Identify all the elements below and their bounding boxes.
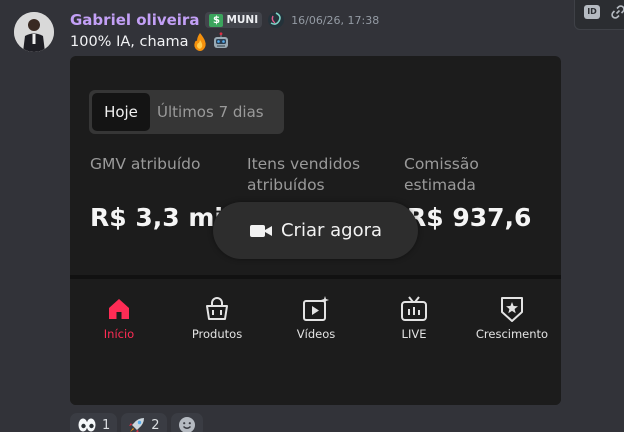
link-icon (611, 5, 624, 19)
rocket-emoji (129, 418, 145, 432)
tab-crescimento-label: Crescimento (475, 327, 549, 341)
fire-emoji (193, 33, 206, 51)
server-tag[interactable]: $ MUNI (205, 12, 263, 28)
tab-inicio-label: Início (103, 327, 135, 341)
robot-emoji (213, 32, 228, 48)
message-content: 100% IA, chama (70, 32, 231, 52)
reactions-bar: 1 2 (70, 413, 203, 432)
badge-star-icon (501, 297, 523, 322)
metric-label-commission: Comissão estimada (404, 154, 479, 196)
metric-label-commission-line2: estimada (404, 176, 476, 194)
create-now-button[interactable]: Criar agora (213, 202, 418, 259)
link-button[interactable] (609, 3, 624, 21)
avatar[interactable] (14, 12, 54, 52)
metric-value-commission: R$ 937,6 (407, 203, 532, 232)
video-icon (303, 296, 329, 321)
add-reaction-icon (178, 417, 195, 432)
metric-label-items-line1: Itens vendidos (247, 155, 361, 173)
metric-label-items: Itens vendidos atribuídos (247, 154, 360, 196)
message-text: 100% IA, chama (70, 34, 189, 50)
segment-last-7-days[interactable]: Últimos 7 dias (157, 93, 264, 131)
period-segmented-control: Hoje Últimos 7 dias (89, 90, 284, 134)
tab-crescimento[interactable]: Crescimento (467, 295, 557, 341)
tab-inicio[interactable]: Início (74, 295, 164, 341)
reaction-rocket-count: 2 (151, 417, 160, 432)
shopping-bag-icon (206, 297, 228, 320)
tab-live-label: LIVE (401, 327, 427, 341)
home-icon (109, 299, 129, 319)
embedded-screenshot[interactable]: Hoje Últimos 7 dias GMV atribuído Itens … (70, 56, 561, 405)
metric-label-commission-line1: Comissão (404, 155, 479, 173)
timestamp: 16/06/26, 17:38 (291, 13, 380, 27)
profile-decoration-icon (268, 12, 285, 28)
money-icon: $ (209, 13, 224, 27)
tab-produtos-label: Produtos (191, 327, 243, 341)
discord-message-view: ID Gabriel oliveira $ MUNI 16/06/26, 17:… (0, 0, 624, 432)
message-hover-toolbar: ID (574, 0, 624, 30)
segment-today[interactable]: Hoje (92, 93, 150, 131)
server-tag-label: MUNI (226, 14, 259, 26)
reaction-rocket[interactable]: 2 (121, 413, 167, 432)
avatar-image (14, 12, 54, 52)
metric-label-gmv: GMV atribuído (90, 154, 200, 175)
metric-label-items-line2: atribuídos (247, 176, 325, 194)
bottom-tab-bar: Início Produtos Vídeos LIVE Crescimento (70, 279, 561, 405)
metric-label-gmv-line1: GMV atribuído (90, 155, 201, 173)
message-header: Gabriel oliveira $ MUNI 16/06/26, 17:38 (70, 9, 379, 31)
reaction-eyes[interactable]: 1 (70, 413, 118, 432)
username[interactable]: Gabriel oliveira (70, 11, 199, 29)
id-icon: ID (584, 5, 600, 19)
tab-videos[interactable]: Vídeos (271, 295, 361, 341)
tab-produtos[interactable]: Produtos (172, 295, 262, 341)
copy-id-button[interactable]: ID (583, 3, 601, 21)
tv-live-icon (401, 296, 427, 321)
metric-value-gmv: R$ 3,3 mil (90, 203, 232, 232)
eyes-emoji (78, 418, 96, 432)
video-camera-icon (249, 224, 272, 237)
add-reaction-button[interactable] (170, 413, 203, 432)
tab-live[interactable]: LIVE (369, 295, 459, 341)
tab-videos-label: Vídeos (296, 327, 336, 341)
create-now-label: Criar agora (280, 220, 383, 241)
reaction-eyes-count: 1 (102, 417, 111, 432)
